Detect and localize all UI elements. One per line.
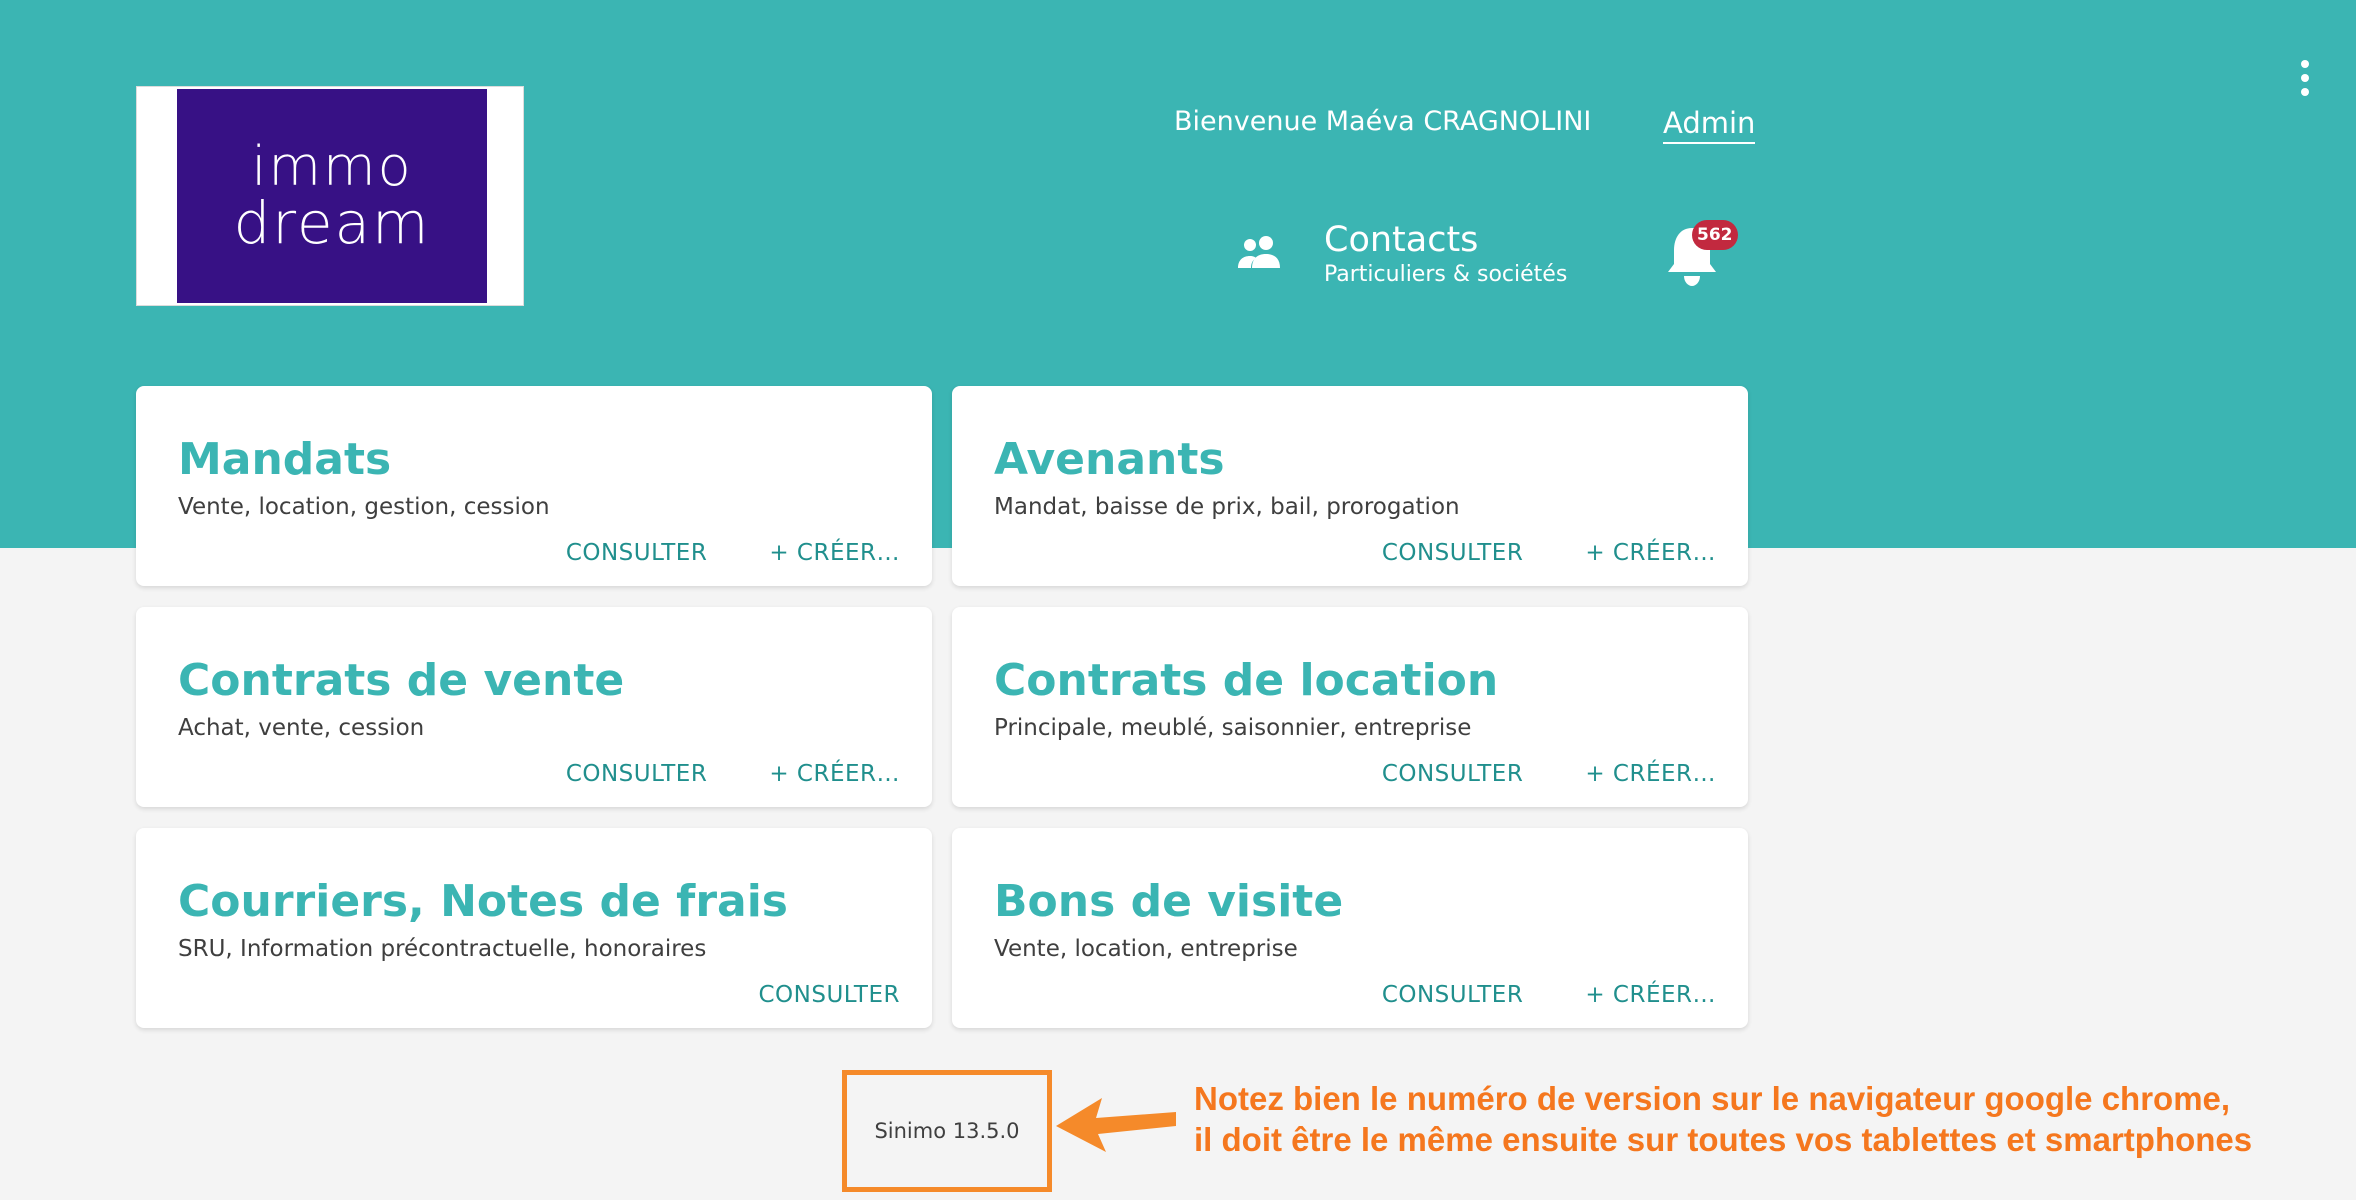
logo-text-bottom: dream [233, 189, 431, 257]
card-subtitle: SRU, Information précontractuelle, honor… [178, 936, 707, 962]
create-button[interactable]: + CRÉER… [769, 761, 900, 787]
card-title: Contrats de location [994, 655, 1499, 706]
welcome-message: Bienvenue Maéva CRAGNOLINI [1174, 106, 1592, 137]
card-actions: CONSULTER + CRÉER… [1382, 540, 1716, 566]
contacts-subtitle: Particuliers & sociétés [1324, 262, 1568, 287]
card-title: Bons de visite [994, 876, 1344, 927]
version-text: Sinimo 13.5.0 [874, 1119, 1020, 1143]
logo-panel: immo dream [177, 89, 487, 303]
create-button[interactable]: + CRÉER… [1585, 540, 1716, 566]
consult-button[interactable]: CONSULTER [758, 982, 900, 1008]
version-note: Notez bien le numéro de version sur le n… [1194, 1078, 2252, 1160]
card-actions: CONSULTER + CRÉER… [1382, 761, 1716, 787]
kebab-dot [2301, 74, 2309, 82]
card-subtitle: Achat, vente, cession [178, 715, 425, 741]
brand-logo: immo dream [136, 86, 524, 306]
card-title: Contrats de vente [178, 655, 625, 706]
card-courriers: Courriers, Notes de frais SRU, Informati… [136, 828, 932, 1028]
card-avenants: Avenants Mandat, baisse de prix, bail, p… [952, 386, 1748, 586]
create-button[interactable]: + CRÉER… [1585, 761, 1716, 787]
admin-link[interactable]: Admin [1663, 106, 1756, 144]
contacts-title: Contacts [1324, 220, 1479, 260]
note-line: Notez bien le numéro de version sur le n… [1194, 1080, 2231, 1117]
kebab-dot [2301, 60, 2309, 68]
card-actions: CONSULTER + CRÉER… [1382, 982, 1716, 1008]
card-contrats-vente: Contrats de vente Achat, vente, cession … [136, 607, 932, 807]
card-contrats-location: Contrats de location Principale, meublé,… [952, 607, 1748, 807]
note-line: il doit être le même ensuite sur toutes … [1194, 1121, 2253, 1158]
card-actions: CONSULTER [758, 982, 900, 1008]
create-button[interactable]: + CRÉER… [769, 540, 900, 566]
consult-button[interactable]: CONSULTER [566, 540, 708, 566]
card-subtitle: Vente, location, gestion, cession [178, 494, 550, 520]
card-bons-visite: Bons de visite Vente, location, entrepri… [952, 828, 1748, 1028]
contacts-link[interactable]: Contacts Particuliers & sociétés [1232, 220, 1612, 296]
card-actions: CONSULTER + CRÉER… [566, 540, 900, 566]
card-subtitle: Vente, location, entreprise [994, 936, 1298, 962]
kebab-menu-icon[interactable] [2292, 60, 2318, 96]
card-title: Courriers, Notes de frais [178, 876, 788, 927]
card-actions: CONSULTER + CRÉER… [566, 761, 900, 787]
consult-button[interactable]: CONSULTER [1382, 540, 1524, 566]
card-subtitle: Principale, meublé, saisonnier, entrepri… [994, 715, 1472, 741]
notification-badge: 562 [1692, 220, 1738, 250]
consult-button[interactable]: CONSULTER [1382, 761, 1524, 787]
arrow-left-icon [1056, 1098, 1176, 1152]
card-mandats: Mandats Vente, location, gestion, cessio… [136, 386, 932, 586]
kebab-dot [2301, 88, 2309, 96]
consult-button[interactable]: CONSULTER [566, 761, 708, 787]
version-label: Sinimo 13.5.0 [842, 1070, 1052, 1192]
people-icon [1238, 236, 1280, 268]
card-subtitle: Mandat, baisse de prix, bail, prorogatio… [994, 494, 1460, 520]
consult-button[interactable]: CONSULTER [1382, 982, 1524, 1008]
create-button[interactable]: + CRÉER… [1585, 982, 1716, 1008]
card-title: Avenants [994, 434, 1225, 485]
card-title: Mandats [178, 434, 392, 485]
logo-text-top: immo [251, 135, 413, 198]
